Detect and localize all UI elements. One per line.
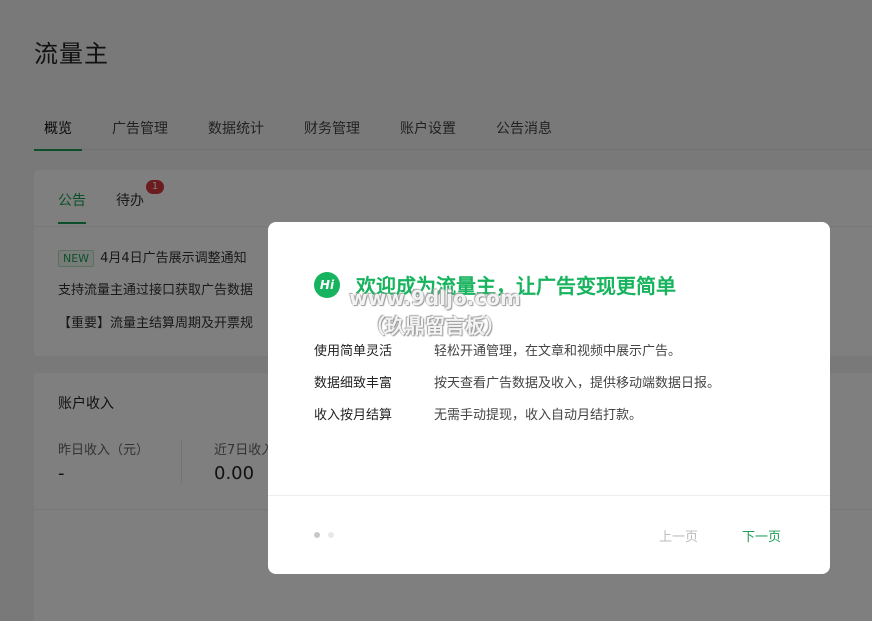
watermark-line: www.9dljo.com xyxy=(349,286,521,310)
page-dot[interactable] xyxy=(328,532,334,538)
next-page-button[interactable]: 下一页 xyxy=(742,526,781,545)
welcome-modal: Hi 欢迎成为流量主，让广告变现更简单 www.9dljo.com （玖鼎留言板… xyxy=(268,222,830,574)
feature-row: 收入按月结算 无需手动提现，收入自动月结打款。 xyxy=(314,404,642,423)
modal-divider xyxy=(268,495,830,496)
hi-icon: Hi xyxy=(314,271,340,298)
feature-row: 数据细致丰富 按天查看广告数据及收入，提供移动端数据日报。 xyxy=(314,372,720,391)
prev-page-button[interactable]: 上一页 xyxy=(659,526,698,545)
watermark-line: （玖鼎留言板） xyxy=(365,314,505,338)
feature-desc: 轻松开通管理，在文章和视频中展示广告。 xyxy=(434,344,682,359)
watermark: www.9dljo.com （玖鼎留言板） xyxy=(340,284,530,340)
feature-row: 使用简单灵活 轻松开通管理，在文章和视频中展示广告。 xyxy=(314,340,681,359)
feature-name: 数据细致丰富 xyxy=(314,376,393,391)
feature-desc: 按天查看广告数据及收入，提供移动端数据日报。 xyxy=(434,376,721,391)
feature-desc: 无需手动提现，收入自动月结打款。 xyxy=(434,408,643,423)
feature-name: 收入按月结算 xyxy=(314,408,393,423)
page-dot-active[interactable] xyxy=(314,532,320,538)
feature-name: 使用简单灵活 xyxy=(314,344,393,359)
